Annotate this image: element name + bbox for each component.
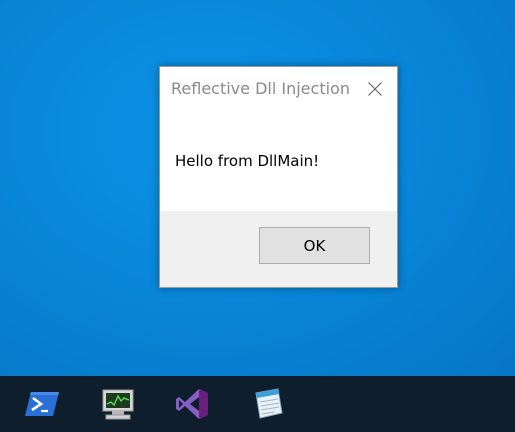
visual-studio-icon [176,389,208,419]
taskbar-item-visual-studio[interactable] [172,386,212,422]
dialog-message: Hello from DllMain! [175,152,320,170]
close-button[interactable] [361,77,389,101]
taskbar-item-notepad[interactable] [248,386,288,422]
close-icon [368,82,382,96]
dialog-title: Reflective Dll Injection [171,79,350,98]
ok-button[interactable]: OK [259,227,370,264]
dialog-button-area: OK [160,211,397,287]
taskbar-item-task-manager[interactable] [98,386,138,422]
message-box-dialog: Reflective Dll Injection Hello from DllM… [159,66,398,288]
title-bar[interactable]: Reflective Dll Injection [160,67,397,111]
task-manager-icon [102,389,134,420]
powershell-icon [25,392,59,416]
taskbar-item-powershell[interactable] [22,386,62,422]
taskbar [0,376,515,432]
notepad-icon [255,388,283,419]
